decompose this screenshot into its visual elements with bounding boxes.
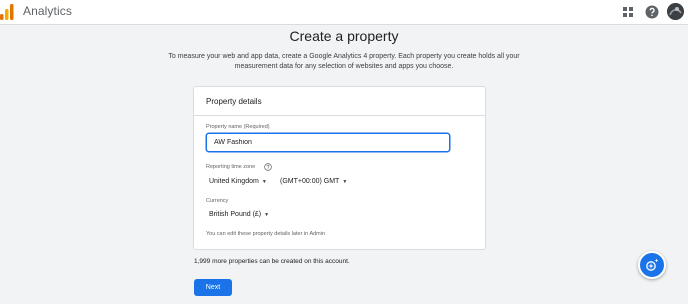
time-zone-label: Reporting time zone <box>206 164 256 170</box>
analytics-logo-icon[interactable] <box>0 4 14 20</box>
time-zone-country-value: United Kingdom <box>209 178 259 185</box>
currency-dropdown[interactable]: British Pound (£) ▼ <box>209 211 269 218</box>
card-title: Property details <box>194 87 485 116</box>
intro-text: To measure your web and app data, create… <box>168 53 520 70</box>
dropdown-arrow-icon: ▼ <box>261 178 267 185</box>
property-quota-text: 1,999 more properties can be created on … <box>194 258 350 265</box>
help-icon[interactable] <box>644 4 660 20</box>
time-zone-offset-dropdown[interactable]: (GMT+00:00) GMT ▼ <box>280 178 347 185</box>
time-zone-country-dropdown[interactable]: United Kingdom ▼ <box>209 178 267 185</box>
account-avatar[interactable] <box>667 3 684 20</box>
assistant-sparkle-icon <box>646 258 659 271</box>
apps-grid-icon[interactable] <box>620 4 636 20</box>
dropdown-arrow-icon: ▼ <box>264 211 270 218</box>
edit-later-note: You can edit these property details late… <box>206 231 326 237</box>
currency-label: Currency <box>206 198 229 204</box>
property-name-label: Property name (Required) <box>206 124 270 130</box>
app-title: Analytics <box>23 4 72 18</box>
next-button[interactable]: Next <box>194 279 232 296</box>
time-zone-offset-value: (GMT+00:00) GMT <box>280 178 340 185</box>
help-outline-icon[interactable] <box>264 163 272 171</box>
top-bar: Analytics <box>0 0 688 25</box>
property-name-input[interactable] <box>206 133 450 152</box>
page-title: Create a property <box>289 28 399 44</box>
assistant-button[interactable] <box>638 251 666 279</box>
dropdown-arrow-icon: ▼ <box>342 178 348 185</box>
property-details-card: Property details Property name (Required… <box>193 86 486 250</box>
currency-value: British Pound (£) <box>209 211 262 218</box>
profile-photo-icon <box>667 3 684 20</box>
